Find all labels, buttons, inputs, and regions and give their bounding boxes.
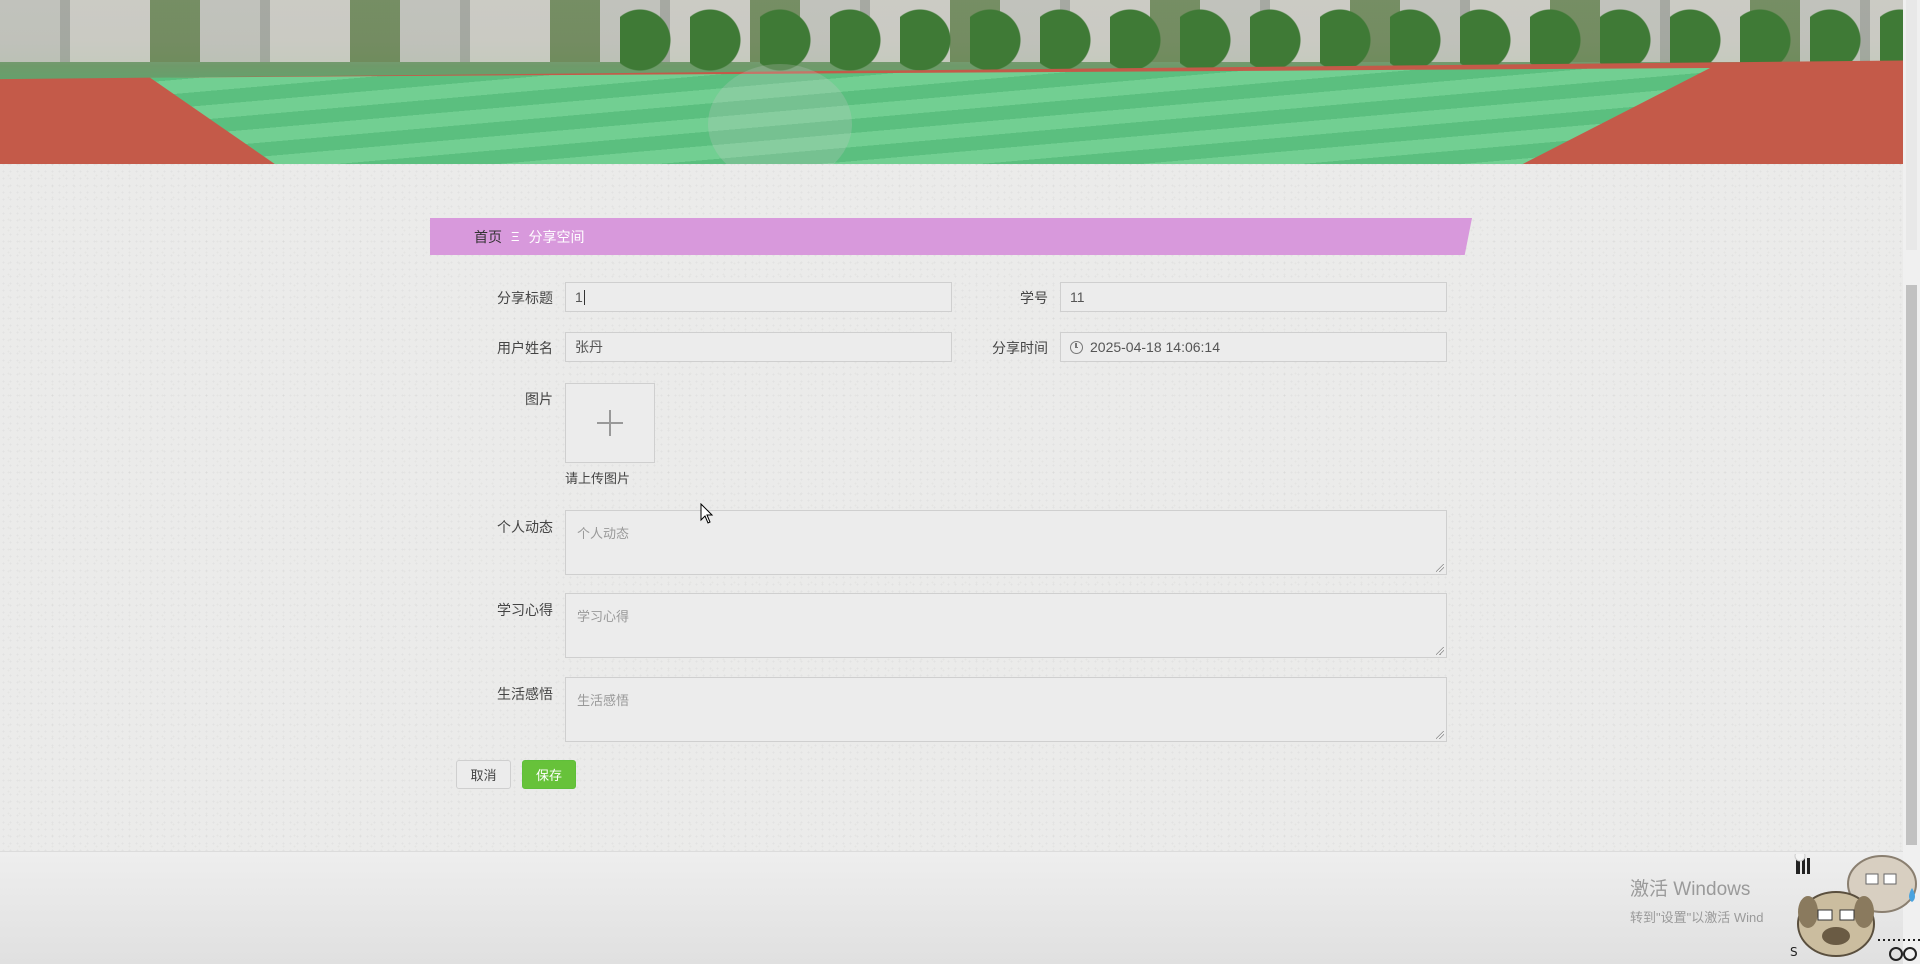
- windows-activation-watermark: 激活 Windows 转到"设置"以激活 Wind: [1630, 874, 1763, 926]
- text-caret: [583, 289, 585, 305]
- personal-updates-label: 个人动态: [497, 519, 553, 535]
- life-insights-label: 生活感悟: [497, 686, 553, 702]
- page-scrollbar[interactable]: [1903, 0, 1920, 964]
- image-upload-button[interactable]: [565, 383, 655, 463]
- plus-icon: [597, 410, 623, 436]
- personal-updates-placeholder: 个人动态: [577, 526, 630, 541]
- study-notes-placeholder: 学习心得: [577, 609, 630, 624]
- share-time-picker[interactable]: 2025-04-18 14:06:14: [1060, 332, 1447, 362]
- windows-activation-subtitle: 转到"设置"以激活 Wind: [1630, 910, 1764, 925]
- dog-mascot-icon[interactable]: S: [1786, 854, 1920, 964]
- mouse-cursor-icon: [700, 503, 714, 524]
- image-label: 图片: [525, 391, 553, 407]
- resize-grip-icon[interactable]: [1436, 731, 1444, 739]
- user-name-value: 张丹: [575, 339, 603, 355]
- scrollbar-thumb[interactable]: [1906, 285, 1917, 845]
- image-upload-hint: 请上传图片: [565, 471, 631, 486]
- resize-grip-icon[interactable]: [1436, 647, 1444, 655]
- user-name-label: 用户姓名: [497, 340, 553, 356]
- banner-sports-field: [150, 68, 1710, 164]
- life-insights-placeholder: 生活感悟: [577, 693, 630, 708]
- svg-text:S: S: [1790, 945, 1798, 959]
- student-id-label: 学号: [1020, 290, 1048, 306]
- user-name-input[interactable]: 张丹: [565, 332, 952, 362]
- share-title-input[interactable]: 1: [565, 282, 952, 312]
- cancel-button[interactable]: 取消: [456, 760, 511, 789]
- study-notes-textarea[interactable]: 学习心得: [565, 593, 1447, 658]
- save-button[interactable]: 保存: [522, 760, 576, 789]
- breadcrumb-home-link[interactable]: 首页: [474, 227, 502, 247]
- student-id-value: 11: [1070, 289, 1085, 305]
- breadcrumb-separator: Ξ: [511, 229, 520, 244]
- header-banner-image: [0, 0, 1903, 164]
- scrollbar-track-upper: [1906, 0, 1917, 250]
- clock-icon: [1070, 340, 1083, 354]
- share-time-label: 分享时间: [992, 340, 1048, 356]
- page-footer: [0, 852, 1903, 964]
- share-title-value: 1: [575, 289, 583, 305]
- share-title-label: 分享标题: [497, 290, 553, 306]
- study-notes-label: 学习心得: [497, 602, 553, 618]
- breadcrumb-current: 分享空间: [528, 228, 585, 245]
- student-id-input[interactable]: 11: [1060, 282, 1447, 312]
- resize-grip-icon[interactable]: [1436, 564, 1444, 572]
- personal-updates-textarea[interactable]: 个人动态: [565, 510, 1447, 575]
- share-time-value: 2025-04-18 14:06:14: [1090, 339, 1220, 355]
- life-insights-textarea[interactable]: 生活感悟: [565, 677, 1447, 742]
- windows-activation-title: 激活 Windows: [1630, 879, 1751, 900]
- breadcrumb: 首页 Ξ 分享空间: [430, 218, 1472, 255]
